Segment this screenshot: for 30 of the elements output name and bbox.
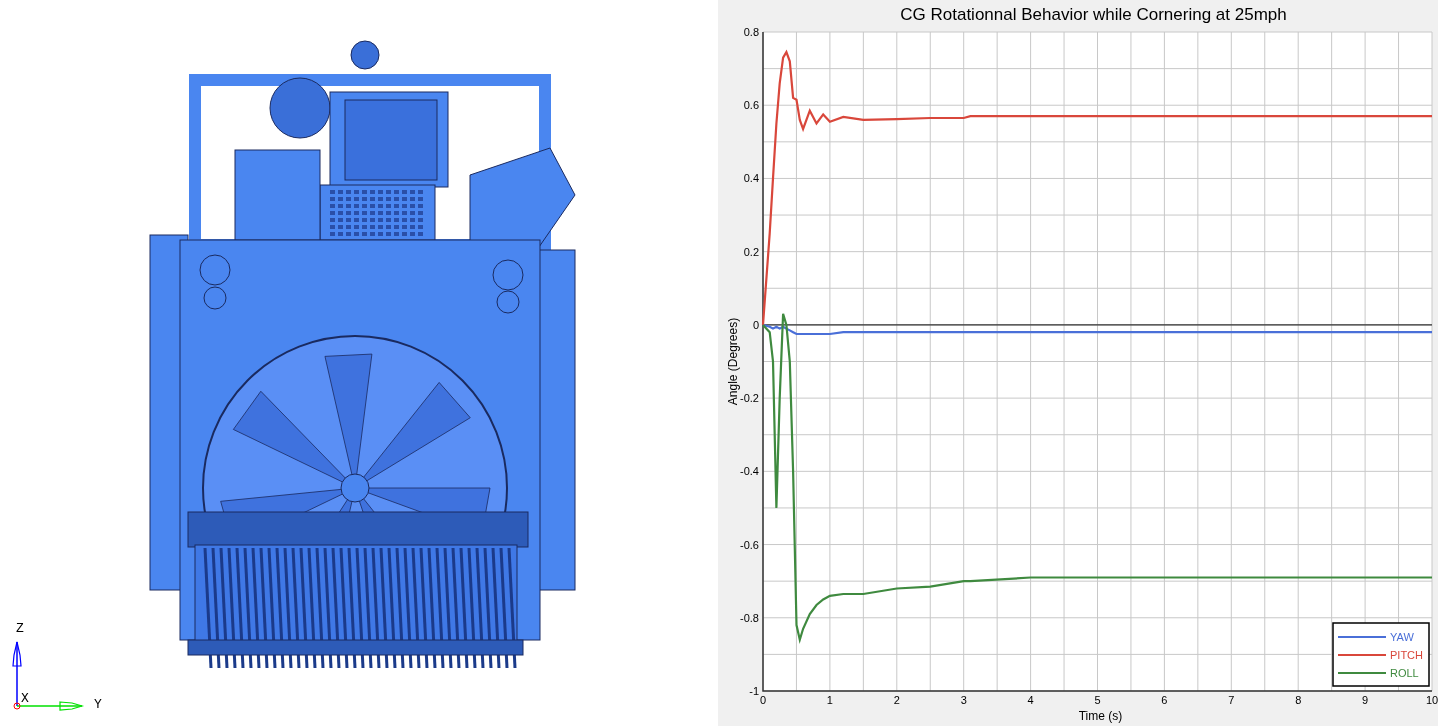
x-tick-label: 2 [893, 694, 900, 706]
y-tick-label: 0.4 [743, 172, 759, 185]
y-axis-title: Angle (Degrees) [726, 317, 740, 406]
y-tick-label: 0.6 [743, 99, 759, 112]
x-tick-label: 1 [826, 694, 833, 706]
axis-label: Y [94, 697, 102, 712]
x-tick-label: 0 [759, 694, 767, 706]
x-tick-label: 3 [960, 694, 967, 706]
y-tick-label: -0.8 [740, 611, 759, 624]
legend-label: PITCH [1390, 649, 1423, 661]
legend-label: ROLL [1390, 667, 1419, 679]
y-tick-label: -0.2 [740, 392, 759, 405]
y-tick-label: 0.2 [743, 245, 759, 258]
x-tick-label: 10 [1425, 694, 1438, 706]
y-tick-label: -0.4 [740, 465, 759, 478]
x-axis-title: Time (s) [1078, 709, 1123, 723]
x-tick-label: 9 [1362, 694, 1369, 706]
x-tick-label: 7 [1228, 694, 1235, 706]
x-tick-label: 6 [1161, 694, 1168, 706]
axis-label: Z [16, 621, 24, 636]
axis-label: X [21, 691, 29, 706]
y-tick-label: 0 [752, 318, 759, 331]
y-tick-label: 0.8 [743, 26, 759, 38]
y-tick-label: -1 [749, 685, 759, 697]
x-tick-label: 4 [1027, 694, 1034, 706]
x-tick-label: 5 [1094, 694, 1101, 706]
legend-label: YAW [1390, 631, 1414, 643]
y-tick-label: -0.6 [740, 538, 759, 551]
chart-title: CG Rotationnal Behavior while Cornering at 25mph [900, 5, 1287, 24]
x-tick-label: 8 [1295, 694, 1302, 706]
